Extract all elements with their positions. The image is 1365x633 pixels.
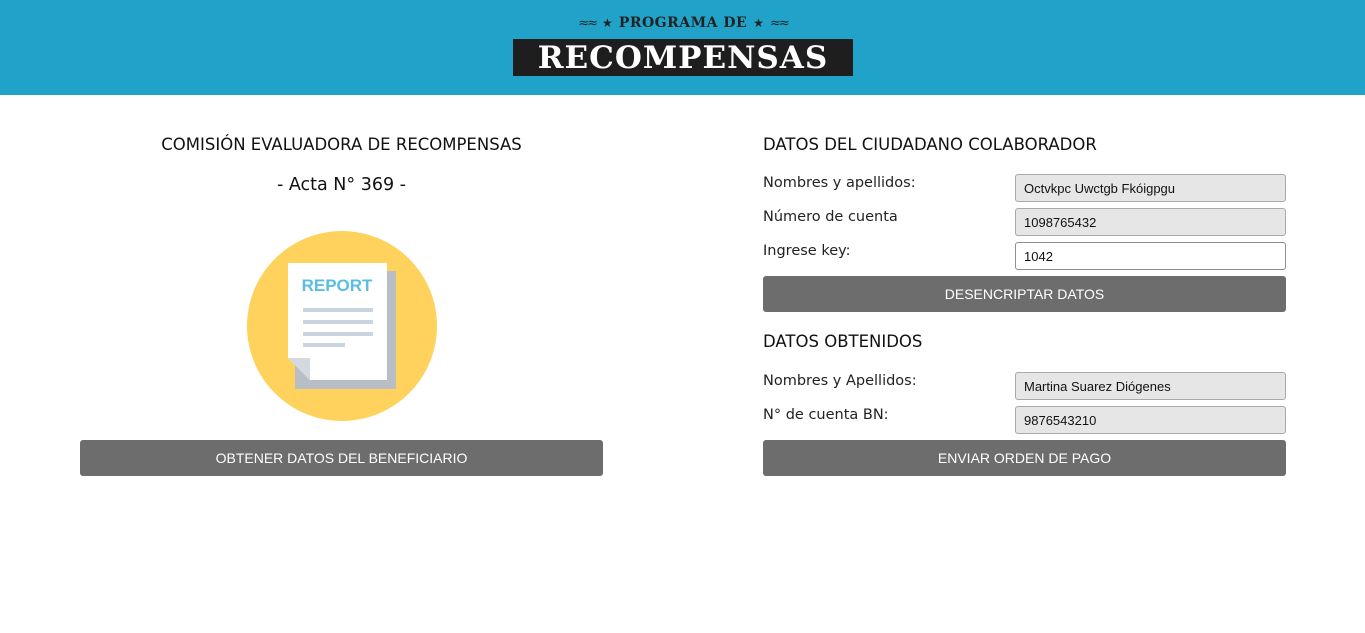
report-document-icon: REPORT bbox=[288, 263, 396, 389]
key-label: Ingrese key: bbox=[763, 243, 851, 259]
star-icon: ★ bbox=[602, 16, 613, 30]
wing-icon: ≈≈ bbox=[578, 15, 598, 31]
header-bar: ≈≈ ★ PROGRAMA DE ★ ≈≈ RECOMPENSAS bbox=[0, 0, 1365, 95]
commission-title: COMISIÓN EVALUADORA DE RECOMPENSAS bbox=[161, 135, 522, 154]
key-input[interactable]: 1042 bbox=[1015, 242, 1286, 270]
star-icon: ★ bbox=[753, 16, 764, 30]
logo-title: RECOMPENSAS bbox=[537, 39, 829, 76]
get-beneficiary-button[interactable]: OBTENER DATOS DEL BENEFICIARIO bbox=[80, 440, 603, 476]
obtained-account-field[interactable]: 9876543210 bbox=[1015, 406, 1286, 434]
send-payment-order-button[interactable]: ENVIAR ORDEN DE PAGO bbox=[763, 440, 1286, 476]
account-label: Número de cuenta bbox=[763, 209, 898, 225]
encrypted-name-field[interactable]: Octvkpc Uwctgb Fkóigpgu bbox=[1015, 174, 1286, 202]
account-number-field[interactable]: 1098765432 bbox=[1015, 208, 1286, 236]
logo-top-line: ≈≈ ★ PROGRAMA DE ★ ≈≈ bbox=[513, 12, 853, 34]
report-label: REPORT bbox=[302, 276, 373, 295]
wing-icon: ≈≈ bbox=[769, 15, 790, 31]
colaborador-section-title: DATOS DEL CIUDADANO COLABORADOR bbox=[763, 135, 1097, 154]
obtained-section-title: DATOS OBTENIDOS bbox=[763, 332, 923, 351]
obtained-name-field[interactable]: Martina Suarez Diógenes bbox=[1015, 372, 1286, 400]
obtained-name-label: Nombres y Apellidos: bbox=[763, 373, 917, 389]
logo-subtitle: PROGRAMA DE bbox=[618, 15, 748, 31]
decrypt-button[interactable]: DESENCRIPTAR DATOS bbox=[763, 276, 1286, 312]
obtained-account-label: N° de cuenta BN: bbox=[763, 407, 889, 423]
logo: RECOMPENSAS bbox=[513, 39, 853, 76]
acta-number: - Acta N° 369 - bbox=[277, 175, 406, 195]
name-label: Nombres y apellidos: bbox=[763, 175, 916, 191]
